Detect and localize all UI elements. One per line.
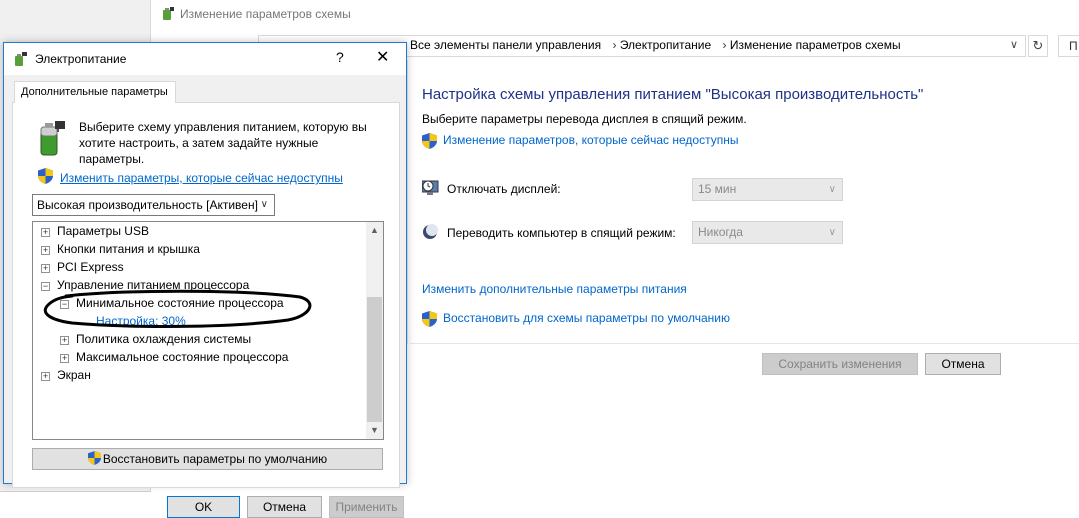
sleep-value: Никогда xyxy=(698,225,743,239)
dialog-intro: Выберите схему управления питанием, кото… xyxy=(79,120,367,166)
scroll-thumb[interactable] xyxy=(367,297,382,422)
tree-item-label: Управление питанием процессора xyxy=(57,278,250,292)
power-options-dialog: Электропитание ? ✕ Дополнительные параме… xyxy=(3,42,407,518)
dialog-title: Электропитание xyxy=(35,52,127,66)
tree-item-setting-value[interactable]: Настройка: 30% xyxy=(96,312,186,330)
power-plan-select[interactable]: Высокая производительность [Активен] ∨ xyxy=(32,194,275,216)
sleep-select[interactable]: Никогда ∨ xyxy=(692,221,843,244)
restore-defaults-label: Восстановить параметры по умолчанию xyxy=(102,452,328,466)
cancel-button[interactable]: Отмена xyxy=(925,353,1001,375)
help-button[interactable]: ? xyxy=(336,49,344,65)
tree-item-label: Параметры USB xyxy=(57,224,149,238)
display-off-label: Отключать дисплей: xyxy=(447,182,561,196)
tree-item-label: Минимальное состояние процессора xyxy=(76,296,284,310)
settings-tree[interactable]: + Параметры USB + Кнопки питания и крышка … xyxy=(32,221,384,440)
pane-divider xyxy=(407,60,408,344)
collapse-icon[interactable]: − xyxy=(60,300,69,309)
sleep-label: Переводить компьютер в спящий режим: xyxy=(447,226,676,240)
power-plan-value: Высокая производительность [Активен] xyxy=(37,198,258,212)
power-options-icon xyxy=(163,7,174,20)
display-off-select[interactable]: 15 мин ∨ xyxy=(692,178,843,201)
tree-item-label: Экран xyxy=(57,368,91,382)
tree-item-label: Максимальное состояние процессора xyxy=(76,350,289,364)
expand-icon[interactable]: + xyxy=(60,336,69,345)
tree-item-power-buttons[interactable]: + Кнопки питания и крышка xyxy=(41,240,200,258)
tree-item-usb[interactable]: + Параметры USB xyxy=(41,222,149,240)
tree-item-processor-power[interactable]: − Управление питанием процессора xyxy=(41,276,249,294)
crumb-power[interactable]: Электропитание xyxy=(620,38,711,52)
save-changes-button[interactable]: Сохранить изменения xyxy=(762,353,918,375)
tree-item-label: PCI Express xyxy=(57,260,124,274)
advanced-power-settings-link[interactable]: Изменить дополнительные параметры питани… xyxy=(422,282,687,296)
crumb-edit-plan[interactable]: Изменение параметров схемы xyxy=(730,38,901,52)
close-icon[interactable]: ✕ xyxy=(376,47,389,67)
crumb-all-items[interactable]: Все элементы панели управления xyxy=(410,38,601,52)
breadcrumb: Все элементы панели управления › Электро… xyxy=(410,38,901,52)
tree-item-label: Кнопки питания и крышка xyxy=(57,242,200,256)
uac-shield-icon xyxy=(38,168,53,184)
tree-item-label: Политика охлаждения системы xyxy=(76,332,252,346)
expand-icon[interactable]: + xyxy=(41,246,50,255)
chevron-down-icon: ∨ xyxy=(828,227,836,238)
restore-defaults-link[interactable]: Восстановить для схемы параметры по умол… xyxy=(443,311,730,325)
chevron-down-icon: ∨ xyxy=(828,184,836,195)
tree-item-min-processor-state[interactable]: − Минимальное состояние процессора xyxy=(60,294,284,312)
tree-item-display[interactable]: + Экран xyxy=(41,366,91,384)
battery-plug-icon xyxy=(40,121,65,156)
tree-item-max-processor-state[interactable]: + Максимальное состояние процессора xyxy=(60,348,288,366)
uac-shield-icon xyxy=(422,311,437,327)
tree-scrollbar[interactable]: ▲ ▼ xyxy=(366,222,383,439)
refresh-button[interactable]: ↻ xyxy=(1028,35,1048,57)
expand-icon[interactable]: + xyxy=(60,354,69,363)
footer-divider xyxy=(410,343,1079,344)
page-subtitle: Выберите параметры перевода дисплея в сп… xyxy=(422,112,747,126)
apply-button[interactable]: Применить xyxy=(329,496,404,518)
restore-defaults-button[interactable]: Восстановить параметры по умолчанию xyxy=(32,448,383,470)
power-options-icon xyxy=(15,52,27,66)
page-title: Настройка схемы управления питанием "Выс… xyxy=(422,86,924,103)
expand-icon[interactable]: + xyxy=(41,264,50,273)
tab-advanced-settings[interactable]: Дополнительные параметры xyxy=(14,81,176,103)
change-unavailable-settings-link[interactable]: Изменение параметров, которые сейчас нед… xyxy=(443,133,739,147)
display-off-value: 15 мин xyxy=(698,182,737,196)
tree-item-cooling-policy[interactable]: + Политика охлаждения системы xyxy=(60,330,251,348)
moon-sleep-icon xyxy=(423,224,438,239)
display-clock-icon xyxy=(422,180,439,195)
crumb-separator: › xyxy=(722,38,727,52)
scroll-up-icon[interactable]: ▲ xyxy=(366,222,383,239)
expand-icon[interactable]: + xyxy=(41,372,50,381)
window-title: Изменение параметров схемы xyxy=(180,7,351,21)
uac-shield-icon xyxy=(422,133,437,149)
chevron-down-icon: ∨ xyxy=(260,199,268,210)
address-dropdown-icon[interactable]: ∨ xyxy=(1010,38,1018,51)
search-input[interactable]: П xyxy=(1058,35,1079,57)
cancel-button[interactable]: Отмена xyxy=(247,496,322,518)
scroll-down-icon[interactable]: ▼ xyxy=(366,422,383,439)
expand-icon[interactable]: + xyxy=(41,228,50,237)
change-unavailable-settings-link[interactable]: Изменить параметры, которые сейчас недос… xyxy=(60,171,343,185)
crumb-separator: › xyxy=(612,38,617,52)
ok-button[interactable]: OK xyxy=(167,496,240,518)
tree-item-pci-express[interactable]: + PCI Express xyxy=(41,258,124,276)
collapse-icon[interactable]: − xyxy=(41,282,50,291)
left-strip-edge xyxy=(0,491,151,492)
uac-shield-icon xyxy=(87,451,101,465)
